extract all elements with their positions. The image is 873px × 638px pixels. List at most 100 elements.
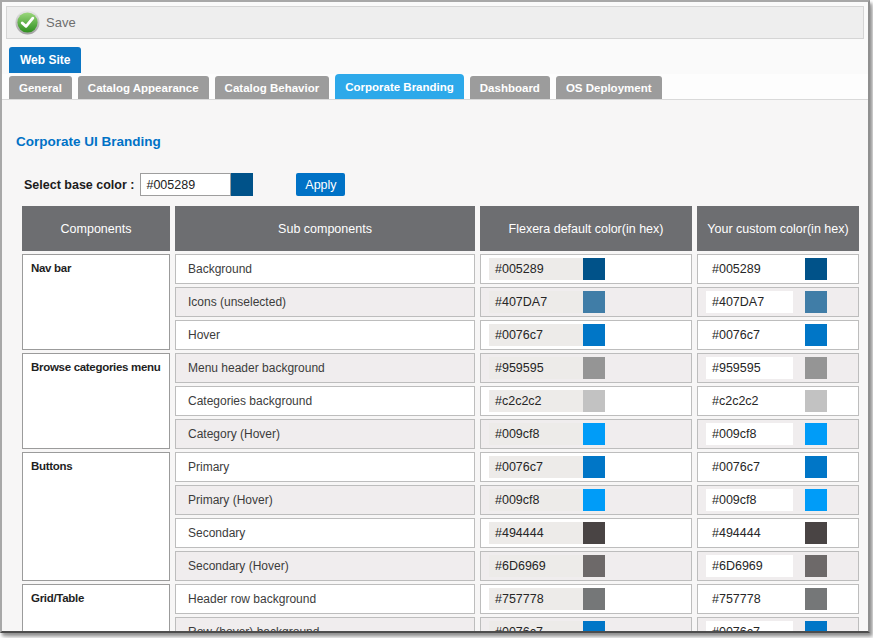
- default-color-swatch: [583, 258, 605, 280]
- sub-component-cell: Header row background: [175, 584, 475, 614]
- default-color-swatch: [583, 489, 605, 511]
- default-hex-value: #005289: [489, 258, 583, 280]
- sub-component-cell: Primary: [175, 452, 475, 482]
- table-row: Grid/TableHeader row background#757778#7…: [22, 584, 859, 614]
- tab-catalog-behavior[interactable]: Catalog Behavior: [215, 76, 330, 99]
- custom-hex-input[interactable]: #494444: [706, 522, 793, 544]
- default-hex-value: #959595: [489, 357, 583, 379]
- custom-color-swatch[interactable]: [805, 258, 827, 280]
- custom-color-swatch[interactable]: [805, 291, 827, 313]
- custom-color-swatch[interactable]: [805, 489, 827, 511]
- default-color-swatch: [583, 291, 605, 313]
- custom-hex-input[interactable]: #757778: [706, 588, 793, 610]
- custom-color-cell: #407DA7: [697, 287, 859, 317]
- custom-color-cell: #009cf8: [697, 419, 859, 449]
- custom-hex-input[interactable]: #009cf8: [706, 423, 793, 445]
- base-color-row: Select base color : Apply: [24, 173, 868, 196]
- default-color-swatch: [583, 423, 605, 445]
- component-cell: Browse categories menu: [22, 353, 170, 449]
- custom-color-cell: #0076c7: [697, 452, 859, 482]
- custom-color-swatch[interactable]: [805, 390, 827, 412]
- custom-color-cell: #494444: [697, 518, 859, 548]
- custom-color-swatch[interactable]: [805, 423, 827, 445]
- custom-hex-input[interactable]: #959595: [706, 357, 793, 379]
- custom-color-cell: #6D6969: [697, 551, 859, 581]
- custom-hex-input[interactable]: #009cf8: [706, 489, 793, 511]
- default-color-cell: #0076c7: [480, 617, 692, 633]
- sub-component-cell: Category (Hover): [175, 419, 475, 449]
- default-color-swatch: [583, 357, 605, 379]
- custom-color-cell: #005289: [697, 254, 859, 284]
- sub-component-cell: Secondary (Hover): [175, 551, 475, 581]
- tab-dashboard[interactable]: Dashboard: [470, 76, 550, 99]
- default-hex-value: #0076c7: [489, 456, 583, 478]
- default-hex-value: #757778: [489, 588, 583, 610]
- custom-hex-input[interactable]: #005289: [706, 258, 793, 280]
- tab-os-deployment[interactable]: OS Deployment: [556, 76, 662, 99]
- column-header: Flexera default color(in hex): [480, 206, 692, 251]
- custom-color-swatch[interactable]: [805, 324, 827, 346]
- custom-hex-input[interactable]: #6D6969: [706, 555, 793, 577]
- tab-web-site[interactable]: Web Site: [9, 47, 81, 73]
- default-color-cell: #407DA7: [480, 287, 692, 317]
- sub-component-cell: Menu header background: [175, 353, 475, 383]
- custom-color-cell: #0076c7: [697, 617, 859, 633]
- default-hex-value: #009cf8: [489, 489, 583, 511]
- save-button[interactable]: Save: [15, 10, 76, 35]
- component-cell: Grid/Table: [22, 584, 170, 633]
- default-color-swatch: [583, 390, 605, 412]
- custom-hex-input[interactable]: #0076c7: [706, 621, 793, 633]
- custom-color-cell: #757778: [697, 584, 859, 614]
- sub-component-cell: Background: [175, 254, 475, 284]
- custom-color-cell: #959595: [697, 353, 859, 383]
- default-color-cell: #0076c7: [480, 452, 692, 482]
- default-color-cell: #0076c7: [480, 320, 692, 350]
- custom-color-swatch[interactable]: [805, 522, 827, 544]
- page-title: Corporate UI Branding: [16, 134, 868, 149]
- custom-hex-input[interactable]: #0076c7: [706, 324, 793, 346]
- table-row: ButtonsPrimary#0076c7#0076c7: [22, 452, 859, 482]
- custom-hex-input[interactable]: #c2c2c2: [706, 390, 793, 412]
- base-color-label: Select base color :: [24, 178, 134, 192]
- default-color-swatch: [583, 522, 605, 544]
- column-header: Sub components: [175, 206, 475, 251]
- custom-hex-input[interactable]: #407DA7: [706, 291, 793, 313]
- default-color-cell: #959595: [480, 353, 692, 383]
- default-color-swatch: [583, 588, 605, 610]
- tab-general[interactable]: General: [9, 76, 72, 99]
- default-hex-value: #009cf8: [489, 423, 583, 445]
- save-label: Save: [46, 15, 76, 30]
- tab-catalog-appearance[interactable]: Catalog Appearance: [78, 76, 209, 99]
- default-hex-value: #6D6969: [489, 555, 583, 577]
- default-color-cell: #c2c2c2: [480, 386, 692, 416]
- default-color-swatch: [583, 621, 605, 633]
- base-color-input[interactable]: [140, 173, 231, 196]
- sub-component-cell: Categories background: [175, 386, 475, 416]
- custom-color-cell: #c2c2c2: [697, 386, 859, 416]
- branding-table: ComponentsSub componentsFlexera default …: [17, 203, 864, 633]
- default-color-cell: #494444: [480, 518, 692, 548]
- custom-color-swatch[interactable]: [805, 588, 827, 610]
- default-color-cell: #009cf8: [480, 419, 692, 449]
- sub-component-cell: Icons (unselected): [175, 287, 475, 317]
- sub-component-cell: Primary (Hover): [175, 485, 475, 515]
- custom-color-swatch[interactable]: [805, 456, 827, 478]
- default-color-cell: #757778: [480, 584, 692, 614]
- sub-component-cell: Secondary: [175, 518, 475, 548]
- apply-button[interactable]: Apply: [296, 173, 345, 196]
- default-hex-value: #c2c2c2: [489, 390, 583, 412]
- settings-window: Save Web Site GeneralCatalog AppearanceC…: [0, 0, 870, 633]
- custom-color-swatch[interactable]: [805, 621, 827, 633]
- custom-hex-input[interactable]: #0076c7: [706, 456, 793, 478]
- column-header: Components: [22, 206, 170, 251]
- default-color-cell: #009cf8: [480, 485, 692, 515]
- content-area: Corporate UI Branding Select base color …: [2, 100, 868, 631]
- default-color-swatch: [583, 324, 605, 346]
- custom-color-swatch[interactable]: [805, 357, 827, 379]
- sub-component-cell: Hover: [175, 320, 475, 350]
- custom-color-swatch[interactable]: [805, 555, 827, 577]
- toolbar: Save: [6, 6, 864, 39]
- component-cell: Nav bar: [22, 254, 170, 350]
- default-color-swatch: [583, 456, 605, 478]
- tab-corporate-branding[interactable]: Corporate Branding: [335, 74, 464, 99]
